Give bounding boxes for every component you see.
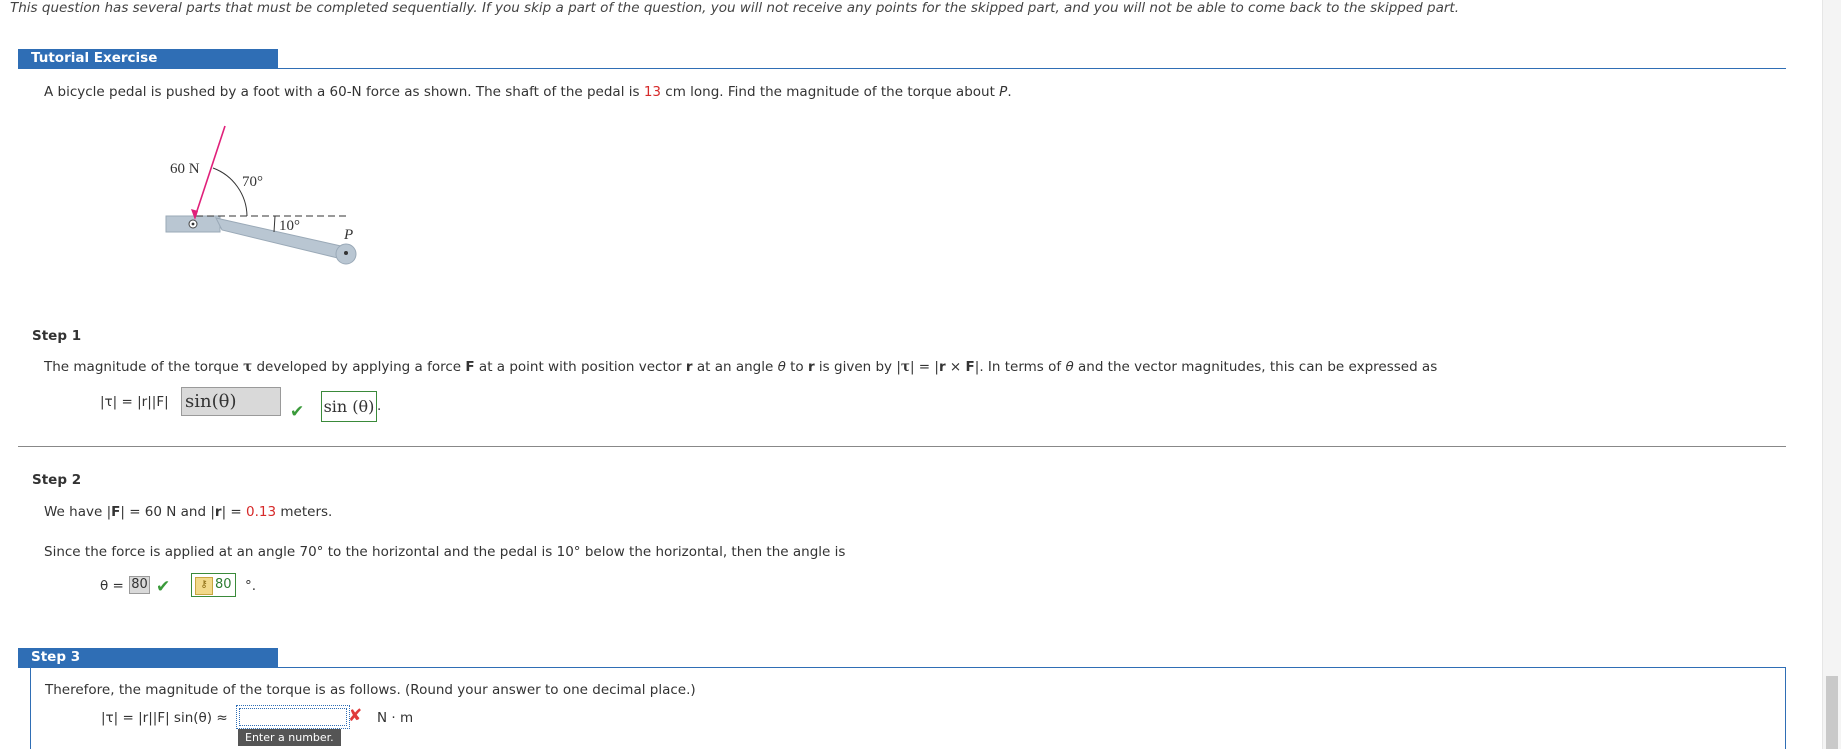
sequential-notice: This question has several parts that mus… bbox=[10, 0, 1460, 16]
torque-answer-input[interactable] bbox=[236, 705, 350, 729]
step3-text: Therefore, the magnitude of the torque i… bbox=[45, 682, 696, 698]
step1-label: Step 1 bbox=[32, 328, 82, 344]
step2-label: Step 2 bbox=[32, 472, 82, 488]
key-icon: ⚷ bbox=[195, 577, 213, 595]
scrollbar-track[interactable] bbox=[1822, 0, 1841, 749]
step1-description: The magnitude of the torque τ developed … bbox=[44, 359, 1438, 375]
step2-since-text: Since the force is applied at an angle 7… bbox=[44, 544, 846, 560]
step2-check-icon: ✔ bbox=[156, 577, 171, 597]
torque-unit: N · m bbox=[377, 710, 414, 726]
step3-equation: |τ| = |r||F| sin(θ) ≈ bbox=[101, 710, 228, 726]
step1-equation-left: |τ| = |r||F| bbox=[100, 394, 169, 410]
step1-correct-answer: sin (θ) bbox=[321, 391, 377, 422]
angle-70-label: 70° bbox=[242, 174, 263, 190]
scrollbar-thumb[interactable] bbox=[1826, 676, 1838, 749]
incorrect-x-icon: ✘ bbox=[348, 706, 363, 726]
step3-header: Step 3 bbox=[18, 648, 278, 667]
step-divider bbox=[18, 446, 1786, 447]
header-rule bbox=[18, 68, 1786, 69]
pedal-diagram: 60 N 70° 10° P bbox=[165, 125, 357, 265]
force-label: 60 N bbox=[170, 161, 200, 177]
step1-check-icon: ✔ bbox=[290, 402, 305, 422]
problem-statement: A bicycle pedal is pushed by a foot with… bbox=[44, 84, 1012, 100]
point-p-dot bbox=[344, 251, 348, 255]
point-p-label: P bbox=[343, 227, 353, 243]
step1-entered-answer: sin(θ) bbox=[181, 387, 281, 416]
step2-entered-answer: 80 bbox=[129, 576, 150, 594]
step2-given: We have |F| = 60 N and |r| = 0.13 meters… bbox=[44, 504, 333, 520]
shaft-length-value: 13 bbox=[643, 84, 661, 100]
step2-correct-answer: ⚷ 80 bbox=[191, 573, 236, 597]
tutorial-exercise-header: Tutorial Exercise bbox=[18, 49, 278, 68]
angle-10-label: 10° bbox=[279, 218, 300, 234]
input-tooltip: Enter a number. bbox=[238, 729, 341, 746]
theta-equals: θ = bbox=[100, 578, 124, 594]
